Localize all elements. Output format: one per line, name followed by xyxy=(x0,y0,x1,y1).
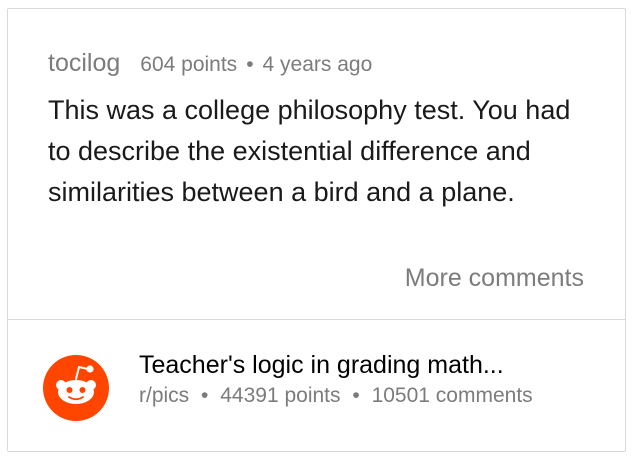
meta-separator: • xyxy=(352,384,360,407)
meta-separator: • xyxy=(246,53,254,76)
comment-card: tocilog 604 points • 4 years ago This wa… xyxy=(7,8,626,452)
post-subreddit: r/pics xyxy=(139,384,190,407)
comment-meta: tocilog 604 points • 4 years ago xyxy=(48,49,625,83)
post-comments-count: 10501 comments xyxy=(371,384,533,407)
meta-separator: • xyxy=(201,384,209,407)
reddit-alien-icon xyxy=(43,355,109,421)
comment-points: 604 points xyxy=(140,53,238,76)
comment-author[interactable]: tocilog xyxy=(48,49,120,78)
comment-age: 4 years ago xyxy=(262,53,373,76)
more-comments-link[interactable]: More comments xyxy=(405,264,584,293)
post-meta: r/pics • 44391 points • 10501 comments xyxy=(139,384,533,408)
comment-body: This was a college philosophy test. You … xyxy=(48,95,571,207)
post-points: 44391 points xyxy=(220,384,341,407)
post-title[interactable]: Teacher's logic in grading math... xyxy=(139,351,504,380)
post-link[interactable]: Teacher's logic in grading math... r/pic… xyxy=(8,320,625,451)
